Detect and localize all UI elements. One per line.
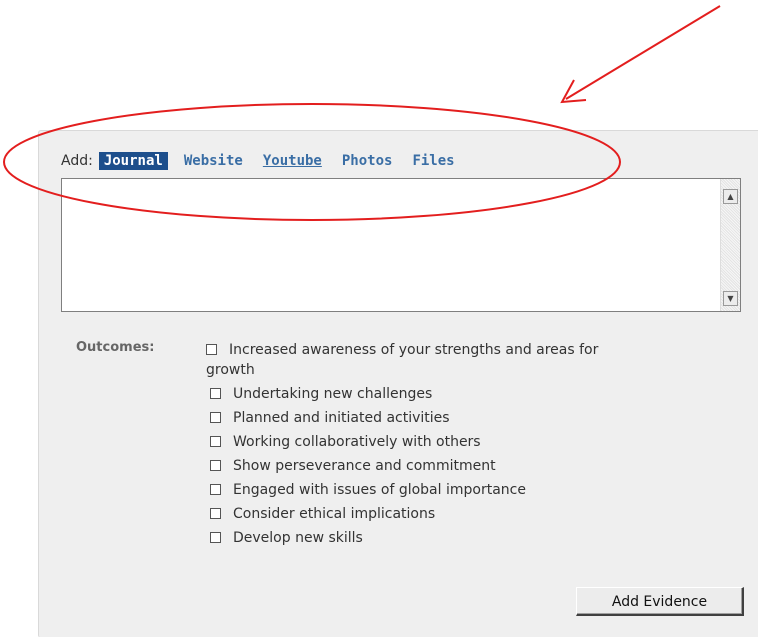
outcome-checkbox[interactable] [210,436,221,447]
scroll-up-icon[interactable]: ▲ [723,189,738,204]
scroll-down-icon[interactable]: ▼ [723,291,738,306]
journal-textarea[interactable]: ▲ ▼ [61,178,741,312]
outcome-checkbox[interactable] [210,532,221,543]
outcome-item: Working collaboratively with others [206,430,746,454]
outcome-item: Undertaking new challenges [206,382,746,406]
outcome-label: Working collaboratively with others [233,434,481,450]
outcome-item: Show perseverance and commitment [206,454,746,478]
annotation-arrow-icon [560,79,587,104]
outcome-label: Increased awareness of your strengths an… [229,342,599,358]
tab-journal[interactable]: Journal [98,152,168,170]
tab-files[interactable]: Files [412,153,454,169]
outcome-checkbox[interactable] [210,388,221,399]
outcome-label: Engaged with issues of global importance [233,482,526,498]
outcome-item: Consider ethical implications [206,502,746,526]
add-evidence-button[interactable]: Add Evidence [576,587,744,616]
outcome-label-continued: growth [206,362,255,378]
outcome-label: Consider ethical implications [233,506,436,522]
outcome-label: Undertaking new challenges [233,386,433,402]
add-label: Add: [61,153,93,169]
outcomes-list: Increased awareness of your strengths an… [206,340,746,550]
screen: Add: Journal Website Youtube Photos File… [0,0,758,637]
outcome-item: Increased awareness of your strengths an… [206,340,746,380]
outcome-checkbox[interactable] [210,484,221,495]
outcome-label: Planned and initiated activities [233,410,450,426]
outcome-checkbox[interactable] [210,460,221,471]
tab-youtube[interactable]: Youtube [263,153,322,169]
outcome-item: Develop new skills [206,526,746,550]
textarea-scrollbar[interactable]: ▲ ▼ [720,179,740,311]
tab-photos[interactable]: Photos [342,153,393,169]
outcome-item: Planned and initiated activities [206,406,746,430]
add-tabs: Add: Journal Website Youtube Photos File… [61,150,475,172]
outcome-checkbox[interactable] [206,344,217,355]
annotation-arrow-shaft [565,5,721,100]
outcome-label: Show perseverance and commitment [233,458,496,474]
outcome-checkbox[interactable] [210,508,221,519]
outcomes-label: Outcomes: [76,340,155,355]
tab-website[interactable]: Website [184,153,243,169]
outcome-item: Engaged with issues of global importance [206,478,746,502]
outcome-label: Develop new skills [233,530,363,546]
outcome-checkbox[interactable] [210,412,221,423]
